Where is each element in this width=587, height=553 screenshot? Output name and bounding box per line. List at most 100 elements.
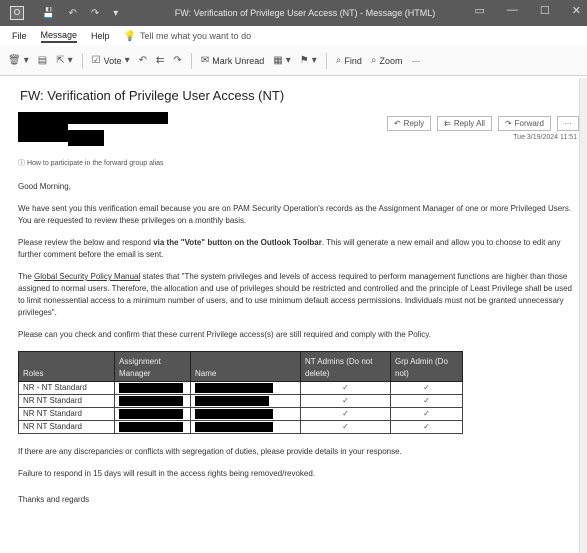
manager-cell: [114, 420, 191, 434]
quick-access-toolbar: 💾 ↶ ↷ ▾: [42, 8, 118, 19]
customize-icon[interactable]: ▾: [113, 8, 118, 19]
info-note: ⓘ How to participate in the forward grou…: [18, 158, 164, 168]
table-row: NR NT Standard ✓ ✓: [18, 420, 463, 434]
categorize-icon: ▦: [273, 55, 283, 66]
menu-help[interactable]: Help: [91, 31, 110, 41]
mark-unread-button[interactable]: ✉ Mark Unread: [201, 55, 264, 66]
paragraph: Failure to respond in 15 days will resul…: [18, 469, 316, 478]
check-cell: ✓: [390, 420, 463, 434]
reply-button[interactable]: ↶: [139, 55, 147, 66]
reply-all-icon: ⇇: [444, 119, 451, 128]
text: The: [18, 272, 35, 281]
delete-button[interactable]: 🗑 ▾: [8, 55, 29, 66]
redacted-block: [119, 421, 183, 432]
tell-me-search[interactable]: 💡 Tell me what you want to do: [124, 31, 252, 42]
bold-text: via the "Vote" button on the Outlook Too…: [153, 238, 322, 247]
forward-button[interactable]: ↷ Forward: [497, 116, 551, 131]
menu-file[interactable]: File: [12, 31, 27, 41]
closing: Thanks and regards: [18, 495, 90, 504]
more-actions-button[interactable]: ···: [557, 116, 579, 131]
envelope-icon: ✉: [200, 55, 210, 66]
categorize-button[interactable]: ▦ ▾: [273, 55, 290, 66]
reply-all-label: Reply All: [453, 119, 485, 128]
ribbon-divider: [190, 52, 192, 69]
check-cell: ✓: [390, 407, 463, 421]
move-button[interactable]: ⇱ ▾: [56, 55, 72, 66]
zoom-button[interactable]: ⌕ Zoom: [371, 55, 403, 66]
reply-button[interactable]: ↶ Reply: [386, 116, 432, 131]
name-cell: [190, 381, 301, 395]
privilege-table: Roles Assignment Manager Name NT Admins …: [18, 351, 463, 434]
name-cell: [190, 407, 301, 421]
window-controls: ▭ — ☐ ✕: [475, 4, 582, 17]
forward-button[interactable]: ↷: [173, 55, 181, 66]
check-cell: ✓: [390, 394, 463, 408]
flag-icon: ⚑: [299, 55, 309, 66]
forward-label: Forward: [514, 119, 544, 128]
ribbon-toolbar: 🗑 ▾ ▤ ⇱ ▾ ☑ Vote ▾ ↶ ⇇ ↷ ✉ Mark Unread ▦ ▾ ⚑ ▾ …: [0, 46, 587, 76]
info-note-text: How to participate in the forward group …: [26, 160, 164, 167]
redacted-block: [119, 408, 183, 419]
ribbon-display-options-icon[interactable]: ▭: [475, 4, 485, 17]
manager-cell: [114, 394, 191, 408]
save-icon[interactable]: 💾: [42, 8, 54, 19]
paragraph: If there are any discrepancies or confli…: [18, 447, 402, 456]
check-cell: ✓: [300, 420, 391, 434]
paragraph: Please can you check and confirm that th…: [18, 330, 431, 339]
table-row: NR NT Standard ✓ ✓: [18, 394, 463, 408]
menu-bar: File Message Help 💡 Tell me what you wan…: [0, 26, 587, 46]
role-cell: NR NT Standard: [18, 394, 115, 408]
message-actions: ↶ Reply ⇇ Reply All ↷ Forward ···: [386, 116, 579, 131]
redacted-block: [195, 395, 269, 406]
ribbon-divider: [81, 52, 83, 69]
archive-button[interactable]: ▤: [38, 55, 47, 66]
archive-icon: ▤: [37, 55, 48, 66]
recipient-redacted: [68, 130, 104, 146]
redo-icon[interactable]: ↷: [91, 8, 99, 19]
role-cell: NR - NT Standard: [18, 381, 115, 395]
chevron-down-icon: ▾: [124, 55, 130, 66]
table-header: Roles: [18, 351, 115, 382]
menu-message[interactable]: Message: [40, 30, 78, 43]
policy-link[interactable]: Global Security Policy Manual: [34, 272, 140, 281]
redacted-block: [195, 408, 273, 419]
reading-pane: FW: Verification of Privilege User Acces…: [0, 78, 587, 553]
greeting: Good Morning,: [18, 182, 71, 191]
minimize-icon[interactable]: —: [507, 4, 518, 17]
manager-cell: [114, 381, 191, 395]
chevron-down-icon: ▾: [311, 55, 317, 66]
search-icon: ⌕: [335, 55, 342, 66]
vote-button[interactable]: ☑ Vote ▾: [92, 55, 130, 66]
table-header: Grp Admin (Do not): [390, 351, 463, 382]
find-button[interactable]: ⌕ Find: [336, 55, 362, 66]
chevron-down-icon: ▾: [67, 55, 73, 66]
title-bar: O 💾 ↶ ↷ ▾ FW: Verification of Privilege …: [0, 0, 587, 26]
tell-me-label: Tell me what you want to do: [140, 31, 252, 41]
redacted-block: [119, 382, 183, 393]
manager-cell: [114, 407, 191, 421]
text: Please review the below and respond: [18, 238, 154, 247]
ribbon-divider: [325, 52, 327, 69]
paragraph: We have sent you this verification email…: [18, 204, 572, 225]
reply-all-icon: ⇇: [156, 55, 165, 66]
undo-icon[interactable]: ↶: [68, 8, 76, 19]
email-body: Good Morning, We have sent you this veri…: [18, 181, 576, 516]
reply-icon: ↶: [393, 119, 401, 128]
outlook-app-icon[interactable]: O: [10, 6, 24, 20]
chevron-down-icon: ▾: [23, 55, 29, 66]
chevron-down-icon: ▾: [285, 55, 291, 66]
forward-icon: ↷: [173, 55, 182, 66]
name-cell: [190, 394, 301, 408]
redacted-block: [195, 382, 273, 393]
follow-up-button[interactable]: ⚑ ▾: [300, 55, 317, 66]
vertical-scrollbar[interactable]: [579, 78, 587, 553]
email-date: Tue 3/19/2024 11:51: [513, 134, 577, 141]
check-cell: ✓: [300, 381, 391, 395]
trash-icon: 🗑: [8, 55, 21, 66]
reply-label: Reply: [403, 119, 425, 128]
reply-all-button[interactable]: ⇇: [156, 55, 164, 66]
maximize-icon[interactable]: ☐: [540, 4, 550, 17]
more-commands-button[interactable]: ···: [411, 56, 420, 66]
close-icon[interactable]: ✕: [572, 4, 581, 17]
reply-all-button[interactable]: ⇇ Reply All: [437, 116, 492, 131]
